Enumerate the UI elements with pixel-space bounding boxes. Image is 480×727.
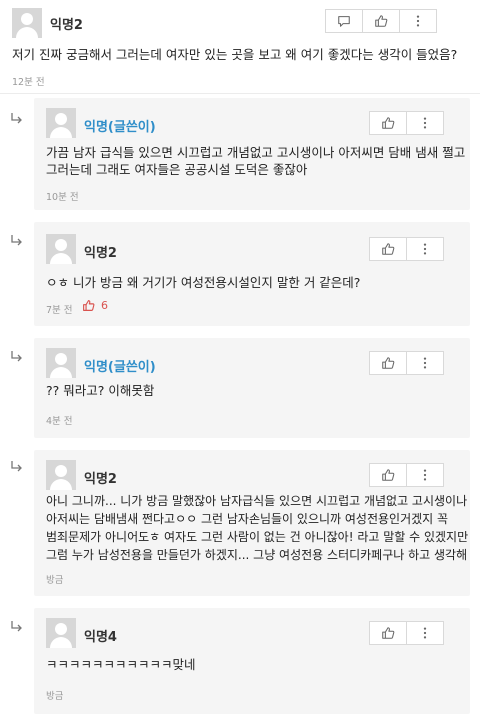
like-button[interactable] — [362, 9, 400, 33]
reply-card: 익명4 ㅋㅋㅋㅋㅋㅋㅋㅋㅋㅋㅋ맞네 방금 — [34, 608, 470, 714]
kebab-menu-icon — [423, 357, 427, 369]
avatar — [46, 460, 76, 490]
like-button[interactable] — [369, 111, 407, 135]
reply-button[interactable] — [325, 9, 363, 33]
comment-actions — [369, 111, 444, 135]
thumbs-up-icon — [382, 469, 395, 481]
comment-author: 익명(글쓴이) — [84, 120, 156, 135]
thumbs-up-icon — [382, 357, 395, 369]
avatar — [46, 348, 76, 378]
more-button[interactable] — [406, 463, 444, 487]
thumbs-up-icon — [382, 627, 395, 639]
like-button[interactable] — [369, 351, 407, 375]
comment-author: 익명2 — [50, 18, 83, 33]
more-button[interactable] — [406, 351, 444, 375]
comment-time: 4분 전 — [46, 416, 73, 427]
kebab-menu-icon — [423, 243, 427, 255]
reply-card: 익명(글쓴이) 가끔 남자 급식들 있으면 시끄럽고 개념없고 고시생이나 아저… — [34, 98, 470, 210]
like-button[interactable] — [369, 237, 407, 261]
comment-text: 저기 진짜 궁금해서 그러는데 여자만 있는 곳을 보고 왜 여기 좋겠다는 생… — [12, 47, 458, 62]
comment-text: ?? 뭐라고? 이해못함 — [46, 383, 155, 398]
kebab-menu-icon — [423, 117, 427, 129]
like-count: 6 — [82, 299, 108, 312]
comment-text: ㅋㅋㅋㅋㅋㅋㅋㅋㅋㅋㅋ맞네 — [46, 657, 196, 672]
more-button[interactable] — [406, 111, 444, 135]
comment-time: 방금 — [46, 691, 64, 702]
thumbs-up-icon — [382, 243, 395, 255]
comment-text: ㅇㅎ 니가 방금 왜 거기가 여성전용시설인지 말한 거 같은데? — [46, 275, 361, 290]
more-button[interactable] — [399, 9, 437, 33]
avatar — [46, 108, 76, 138]
reply-card: 익명2 ㅇㅎ 니가 방금 왜 거기가 여성전용시설인지 말한 거 같은데? 7분… — [34, 222, 470, 326]
kebab-menu-icon — [423, 627, 427, 639]
comment-actions — [325, 9, 437, 33]
reply-card: 익명(글쓴이) ?? 뭐라고? 이해못함 4분 전 — [34, 338, 470, 438]
comment-author: 익명4 — [84, 630, 117, 645]
like-button[interactable] — [369, 621, 407, 645]
thumbs-up-icon — [382, 117, 395, 129]
comment-author: 익명2 — [84, 246, 117, 261]
comment-actions — [369, 351, 444, 375]
reply-arrow-icon — [11, 621, 22, 632]
more-button[interactable] — [406, 237, 444, 261]
reply-card: 익명2 아니 그니까... 니가 방금 말했잖아 남자급식들 있으면 시끄럽고 … — [34, 450, 470, 596]
reply-arrow-icon — [11, 461, 22, 472]
comment-text: 가끔 남자 급식들 있으면 시끄럽고 개념없고 고시생이나 아저씨면 담배 냄새… — [46, 145, 466, 177]
reply-arrow-icon — [11, 351, 22, 362]
kebab-menu-icon — [423, 469, 427, 481]
avatar — [46, 618, 76, 648]
comment-text: 아니 그니까... 니가 방금 말했잖아 남자급식들 있으면 시끄럽고 개념없고… — [46, 494, 469, 562]
like-button[interactable] — [369, 463, 407, 487]
reply-arrow-icon — [11, 113, 22, 124]
thumbs-up-icon — [83, 300, 95, 311]
comment-author: 익명2 — [84, 472, 117, 487]
like-count-value: 6 — [101, 299, 108, 312]
speech-bubble-icon — [338, 16, 350, 27]
comment-time: 방금 — [46, 575, 64, 586]
comment-time: 10분 전 — [46, 192, 79, 203]
avatar — [46, 234, 76, 264]
comment-time: 12분 전 — [12, 77, 45, 88]
more-button[interactable] — [406, 621, 444, 645]
comment-actions — [369, 463, 444, 487]
comment-actions — [369, 621, 444, 645]
comment-actions — [369, 237, 444, 261]
kebab-menu-icon — [416, 15, 420, 27]
main-comment: 익명2 저기 진짜 궁금해서 그러는데 여자만 있는 곳을 보고 왜 여기 좋겠… — [0, 0, 480, 94]
comment-author: 익명(글쓴이) — [84, 360, 156, 375]
reply-arrow-icon — [11, 235, 22, 246]
thumbs-up-icon — [375, 15, 388, 27]
comment-time: 7분 전 — [46, 305, 73, 316]
avatar — [12, 8, 42, 38]
